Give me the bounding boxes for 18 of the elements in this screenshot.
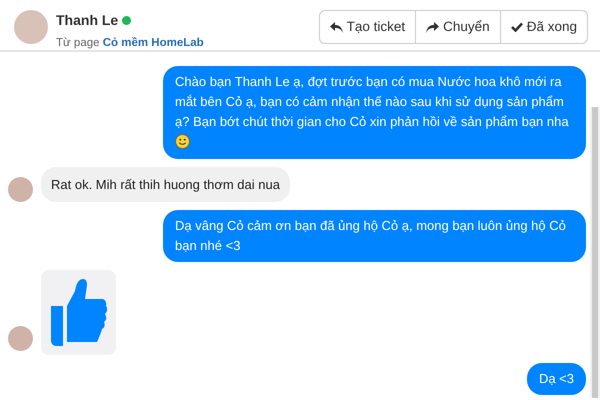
message-text: Chào bạn Thanh Le ạ, đợt trước bạn có mua Nước hoa khô mới ra mắt bên Cỏ ạ, bạn có cảm nhận thế nào sau khi sử dụng sản phẩm ạ? Bạn bớt chút thời gian cho Cỏ xin phản hồi về sản phẩm bạn nha (175, 74, 569, 130)
forward-arrow-icon (426, 22, 440, 33)
reply-arrow-icon (330, 22, 343, 33)
check-icon (510, 22, 523, 32)
avatar-placeholder (8, 177, 33, 202)
thumbs-up-icon (50, 278, 106, 347)
header-button[interactable]: Đã xong (500, 10, 588, 44)
contact-name: Thanh Le (56, 11, 118, 30)
header-button[interactable]: Chuyển (415, 10, 501, 44)
avatar-placeholder (14, 10, 48, 44)
page-link[interactable]: Cỏ mềm HomeLab (102, 37, 204, 49)
message-text: Dạ vâng Cỏ cảm ơn bạn đã ủng hộ Cỏ ạ, mong bạn luôn ủng hộ Cỏ bạn nhé <3 (175, 218, 566, 254)
header-button[interactable]: Tạo ticket (318, 10, 416, 44)
message-text: Dạ <3 (538, 371, 574, 386)
avatar-placeholder (8, 326, 33, 352)
scrollbar[interactable] (590, 107, 600, 398)
message-text: Rat ok. Mih rất thih huong thơm dai nua (51, 176, 280, 192)
source-label: Từ page (56, 37, 100, 49)
